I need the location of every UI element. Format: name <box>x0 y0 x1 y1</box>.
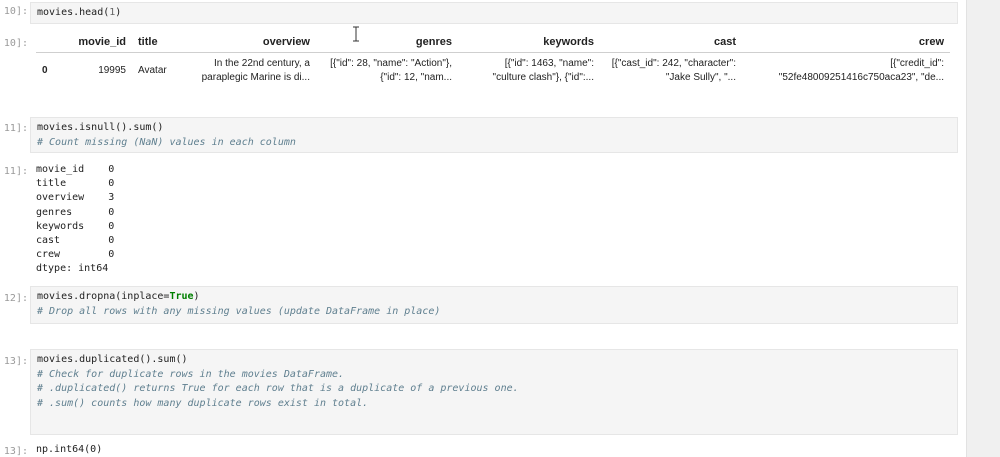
cell-title: Avatar <box>138 65 167 76</box>
input-prompt: 11]: <box>3 123 28 134</box>
output-prompt: 13]: <box>3 446 28 457</box>
row-index: 0 <box>42 65 48 76</box>
column-header-genres: genres <box>316 32 458 53</box>
output-line: keywords 0 <box>36 220 115 232</box>
column-header-crew: crew <box>742 32 950 53</box>
column-header-keywords: keywords <box>458 32 600 53</box>
code-block[interactable]: movies.duplicated().sum() # Check for dup… <box>31 350 957 414</box>
code-cell-dropna[interactable]: movies.dropna(inplace=True) # Drop all ro… <box>30 286 958 324</box>
code-comment: # .duplicated() returns True for each ro… <box>37 383 519 394</box>
code-line: movies.isnull().sum() <box>37 122 164 133</box>
code-cell-head[interactable]: movies.head(1) <box>30 2 958 24</box>
code-keyword: True <box>169 291 194 302</box>
cell-cast: [{"cast_id": 242, "character": "Jake Sull… <box>600 53 742 90</box>
code-comment: # Drop all rows with any missing values … <box>37 305 441 317</box>
cell-line: paraplegic Marine is di... <box>201 72 310 83</box>
code-line: movies.dropna(inplace=True) <box>37 290 951 305</box>
cell-overview: In the 22nd century, a paraplegic Marine … <box>174 53 316 90</box>
column-header-cast: cast <box>600 32 742 53</box>
code-cell-duplicated[interactable]: movies.duplicated().sum() # Check for dup… <box>30 349 958 435</box>
code-comment: # Check for duplicate rows in the movies… <box>37 368 345 380</box>
dataframe-output: movie_id title overview genres keywords … <box>30 28 958 98</box>
cell-line: [{"credit_id": <box>890 58 944 69</box>
column-header-title: title <box>132 32 174 53</box>
output-line: np.int64(0) <box>36 444 103 455</box>
output-line: crew 0 <box>36 249 115 261</box>
dataframe-table: movie_id title overview genres keywords … <box>36 32 950 89</box>
right-sidebar-panel <box>966 0 1000 457</box>
cell-line: {"id": 12, "nam... <box>380 72 452 83</box>
code-block[interactable]: movies.isnull().sum() # Count missing (Na… <box>31 118 957 153</box>
input-prompt: 13]: <box>3 356 28 367</box>
code-comment: # .sum() counts how many duplicate rows … <box>37 397 369 409</box>
output-prompt: 11]: <box>3 166 28 177</box>
code-comment: # Count missing (NaN) values in each col… <box>37 136 296 148</box>
output-line: cast 0 <box>36 235 115 247</box>
output-line: title 0 <box>36 178 115 190</box>
code-cell-isnull[interactable]: movies.isnull().sum() # Count missing (Na… <box>30 117 958 153</box>
code-token: ) <box>115 7 122 18</box>
cell-line: "Jake Sully", "... <box>665 72 736 83</box>
cell-movie-id: 19995 <box>98 65 126 76</box>
code-line: movies.duplicated().sum() <box>37 354 188 365</box>
output-line: movie_id 0 <box>36 164 115 175</box>
code-token: movies.head( <box>37 7 110 18</box>
table-header-row: movie_id title overview genres keywords … <box>36 32 950 53</box>
cell-genres: [{"id": 28, "name": "Action"}, {"id": 12,… <box>316 53 458 90</box>
input-prompt: 10]: <box>3 6 28 17</box>
cell-line: [{"id": 1463, "name": <box>504 58 594 69</box>
code-line[interactable]: movies.head(1) <box>31 3 957 24</box>
output-line: overview 3 <box>36 192 115 204</box>
output-text: movie_id 0 title 0 overview 3 genres 0 keywo… <box>30 163 958 277</box>
cell-line: [{"id": 28, "name": "Action"}, <box>330 58 452 69</box>
cell-line: "culture clash"}, {"id":... <box>492 72 594 83</box>
input-prompt: 12]: <box>3 293 28 304</box>
cell-line: In the 22nd century, a <box>214 58 310 69</box>
code-token: movies.dropna(inplace= <box>37 291 170 302</box>
column-header-overview: overview <box>174 32 316 53</box>
cell-keywords: [{"id": 1463, "name": "culture clash"}, {… <box>458 53 600 90</box>
text-cursor-icon <box>353 26 359 42</box>
code-token: ) <box>193 291 200 302</box>
column-header-movie-id: movie_id <box>62 32 132 53</box>
cell-crew: [{"credit_id": "52fe48009251416c750aca23"… <box>742 53 950 90</box>
output-line: genres 0 <box>36 206 115 218</box>
column-header-index <box>36 32 62 53</box>
cell-line: "52fe48009251416c750aca23", "de... <box>778 72 944 83</box>
cell-line: [{"cast_id": 242, "character": <box>611 58 736 69</box>
table-row: 0 19995 Avatar In the 22nd century, a par… <box>36 53 950 90</box>
notebook: 10]: movies.head(1) 10]: movie_id title … <box>0 0 966 457</box>
scalar-output: np.int64(0) <box>30 443 958 457</box>
code-block[interactable]: movies.dropna(inplace=True) # Drop all ro… <box>31 287 957 322</box>
output-line: dtype: int64 <box>36 263 109 275</box>
output-prompt: 10]: <box>3 38 28 49</box>
series-output: movie_id 0 title 0 overview 3 genres 0 keywo… <box>30 163 958 281</box>
